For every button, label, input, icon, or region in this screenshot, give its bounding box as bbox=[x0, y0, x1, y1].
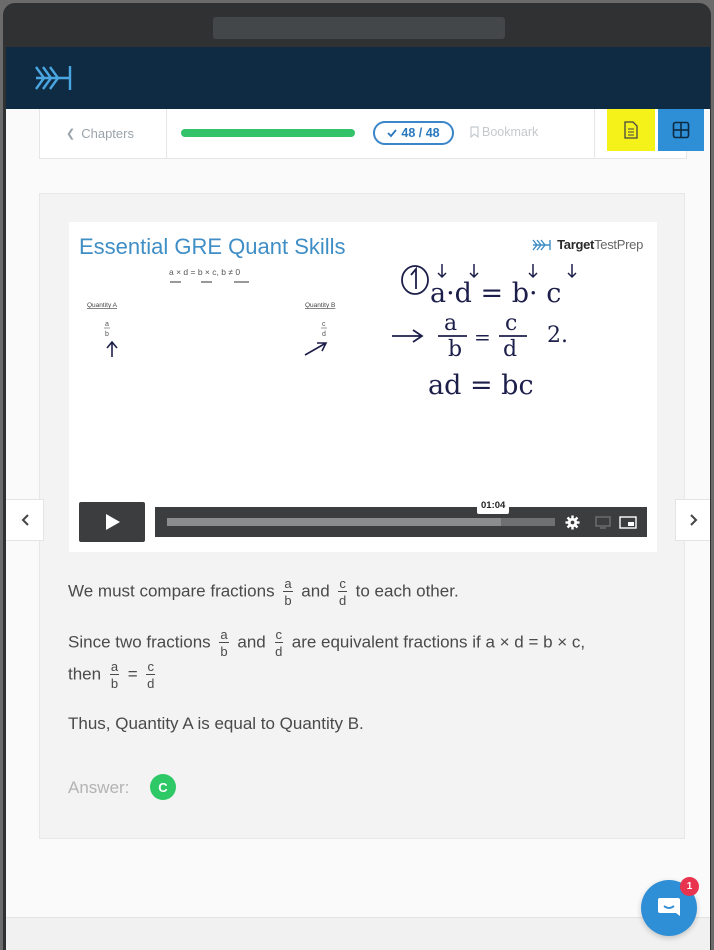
video-time-tooltip: 01:04 bbox=[477, 497, 510, 514]
chevron-right-icon bbox=[689, 514, 697, 526]
svg-text:a: a bbox=[105, 321, 109, 328]
svg-text:2.: 2. bbox=[547, 323, 568, 348]
chevron-left-icon bbox=[21, 514, 29, 526]
video-seek-fill bbox=[167, 518, 501, 526]
question-grid-button[interactable] bbox=[658, 109, 704, 151]
svg-text:b: b bbox=[105, 331, 109, 338]
fraction-c-d: cd bbox=[338, 576, 347, 608]
notes-button[interactable] bbox=[607, 109, 655, 151]
svg-text:a: a bbox=[444, 311, 457, 336]
top-navbar bbox=[6, 47, 710, 109]
grid-icon bbox=[672, 121, 690, 139]
explanation-card: Essential GRE Quant Skills Target TestPre… bbox=[39, 193, 685, 839]
chapters-button[interactable]: ❮ Chapters bbox=[40, 109, 167, 158]
explanation-line-2: Since two fractions ab and cd are equiva… bbox=[68, 627, 586, 659]
lesson-toolbar: ❮ Chapters 48 / 48 Bookmark Le bbox=[39, 109, 687, 159]
chat-notification-badge: 1 bbox=[680, 877, 699, 896]
app-viewport: ❮ Chapters 48 / 48 Bookmark Le bbox=[6, 47, 710, 950]
svg-text:d: d bbox=[503, 337, 517, 362]
answer-label: Answer: bbox=[68, 778, 130, 797]
svg-text:c: c bbox=[322, 321, 326, 328]
document-icon bbox=[624, 121, 638, 139]
answer-badge: C bbox=[150, 774, 176, 800]
pip-icon[interactable] bbox=[619, 516, 637, 529]
lesson-progress-fill bbox=[181, 129, 355, 137]
play-icon bbox=[106, 514, 120, 530]
chevron-left-icon: ❮ bbox=[66, 128, 76, 140]
video-player[interactable]: Essential GRE Quant Skills Target TestPre… bbox=[69, 222, 657, 552]
svg-text:=: = bbox=[474, 325, 491, 349]
svg-text:d: d bbox=[322, 331, 326, 338]
screen-icon[interactable] bbox=[595, 516, 611, 529]
check-icon bbox=[387, 129, 398, 138]
question-count-badge: 48 / 48 bbox=[373, 121, 454, 145]
question-count-label: 48 / 48 bbox=[401, 126, 440, 140]
svg-text:c: c bbox=[505, 311, 517, 336]
chat-bubble-icon bbox=[658, 898, 680, 916]
svg-text:ad = bc: ad = bc bbox=[428, 370, 534, 401]
play-button[interactable] bbox=[79, 502, 145, 542]
previous-question-button[interactable] bbox=[6, 499, 44, 541]
url-bar[interactable] bbox=[213, 17, 505, 39]
video-controls: 01:04 bbox=[79, 497, 647, 542]
lesson-progress-bar bbox=[181, 129, 355, 137]
explanation-line-3: then ab = cd bbox=[68, 659, 155, 691]
next-question-button[interactable] bbox=[675, 499, 710, 541]
fraction-a-b: ab bbox=[109, 659, 120, 691]
chapters-label: Chapters bbox=[81, 126, 134, 141]
handwriting-notes: a·d = b· c a b = c d 2. ad = bc bbox=[392, 264, 577, 401]
fraction-a-b: ab bbox=[219, 627, 229, 659]
fraction-a-b: ab bbox=[283, 576, 293, 608]
fraction-c-d: cd bbox=[274, 627, 283, 659]
bookmark-label: Bookmark bbox=[482, 125, 539, 139]
explanation-line-1: We must compare fractions ab and cd to e… bbox=[68, 576, 459, 608]
page-footer bbox=[6, 917, 710, 950]
video-control-bar: 01:04 bbox=[155, 497, 647, 537]
explanation-line-4: Thus, Quantity A is equal to Quantity B. bbox=[68, 714, 364, 733]
settings-gear-icon[interactable] bbox=[565, 515, 580, 530]
svg-text:b: b bbox=[448, 337, 462, 362]
quantity-a-label: Quantity A bbox=[87, 302, 118, 309]
video-seek-bar[interactable] bbox=[167, 518, 555, 526]
svg-text:a·d = b· c: a·d = b· c bbox=[430, 278, 561, 309]
bookmark-icon bbox=[470, 126, 479, 138]
condition-text: a × d = b × c, b ≠ 0 bbox=[169, 267, 240, 277]
bookmark-button[interactable]: Bookmark bbox=[470, 125, 538, 139]
quantity-b-label: Quantity B bbox=[305, 302, 335, 309]
fraction-c-d: cd bbox=[146, 659, 155, 691]
browser-frame: ❮ Chapters 48 / 48 Bookmark Le bbox=[3, 3, 711, 950]
ttp-logo-icon[interactable] bbox=[34, 61, 82, 95]
